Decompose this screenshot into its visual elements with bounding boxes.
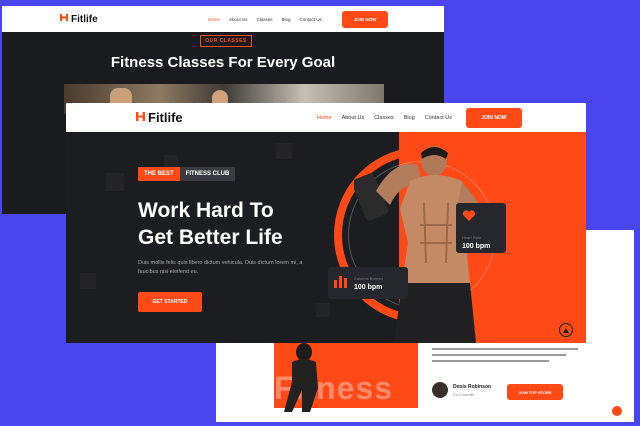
hero-page-preview: Fitlife Home About Us Classes Blog Conta… [66, 103, 586, 343]
founder-role: Co Founder [453, 391, 475, 397]
nav-contact[interactable]: Contact Us [299, 17, 321, 22]
nav-classes[interactable]: Classes [256, 17, 272, 22]
nav-about[interactable]: About Us [342, 115, 365, 121]
hero-headline: Work Hard To Get Better Life [138, 197, 283, 251]
heart-icon [462, 209, 500, 227]
founder-name: Denis Robinson [453, 383, 492, 390]
founder-info: Denis Robinson Co Founder [432, 382, 491, 398]
logo-text: Fitlife [148, 110, 183, 125]
calories-card: Calories Burned 100 bpm [328, 267, 408, 299]
headline-line-1: Work Hard To [138, 199, 274, 222]
hero-badge: THE BEST FITNESS CLUB [138, 167, 236, 181]
nav-blog[interactable]: Blog [404, 115, 415, 121]
nav-home[interactable]: Home [317, 115, 332, 121]
main-nav: Home About Us Classes Blog Contact Us [317, 115, 452, 121]
logo[interactable]: Fitlife [136, 110, 183, 125]
nav-blog[interactable]: Blog [281, 17, 290, 22]
nav-classes[interactable]: Classes [374, 115, 394, 121]
nav-contact[interactable]: Contact Us [425, 115, 452, 121]
bar-chart-icon [334, 274, 348, 293]
logo[interactable]: Fitlife [60, 13, 98, 25]
badge-the-best: THE BEST [138, 167, 180, 181]
calories-value: 100 bpm [354, 283, 383, 291]
classes-page-header: Fitlife Home About Us Classes Blog Conta… [2, 6, 444, 32]
get-started-button[interactable]: GET STARTED [138, 292, 202, 312]
badge-fitness-club: FITNESS CLUB [179, 167, 236, 181]
main-nav: Home About Us Classes Blog Contact Us [208, 17, 322, 22]
join-top-store-button[interactable]: JOIN TOP STORE [507, 384, 563, 400]
join-now-button[interactable]: JOIN NOW [466, 107, 522, 128]
about-paragraph [432, 348, 578, 366]
dumbbell-icon [136, 110, 145, 125]
heart-rate-value: 100 bpm [462, 243, 491, 250]
scroll-up-icon[interactable] [559, 323, 573, 337]
dumbbell-icon [60, 13, 68, 25]
section-title: Fitness Classes For Every Goal [110, 54, 336, 71]
join-now-button[interactable]: JOIN NOW [342, 10, 388, 28]
heart-rate-card: Heart Rate 100 bpm [456, 203, 506, 253]
hero-page-header: Fitlife Home About Us Classes Blog Conta… [66, 103, 586, 132]
hero-description: Duis mollis felis quis libero dictum veh… [138, 260, 303, 275]
nav-home[interactable]: Home [208, 17, 220, 22]
nav-about[interactable]: About Us [229, 17, 248, 22]
woman-photo [284, 343, 318, 412]
section-tag: OUR CLASSES [200, 35, 252, 47]
scroll-top-icon[interactable] [612, 406, 622, 416]
logo-text: Fitlife [71, 13, 98, 25]
calories-label: Calories Burned [354, 275, 383, 281]
heart-rate-label: Heart Rate [462, 235, 482, 240]
headline-line-2: Get Better Life [138, 226, 283, 249]
avatar [432, 382, 448, 398]
